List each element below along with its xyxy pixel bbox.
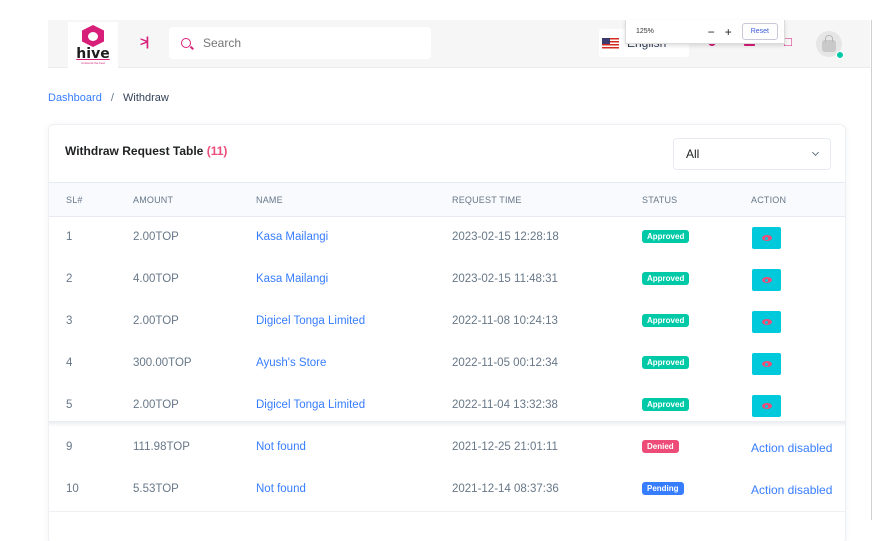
cart-icon[interactable]: □ [784, 34, 792, 49]
cell-sl: 1 [66, 231, 73, 243]
logo-tagline: Unbound the best [81, 61, 105, 65]
column-amount: AMOUNT [133, 195, 174, 205]
table-row: 4 300.00TOP Ayush's Store 2022-11-05 00:… [49, 343, 845, 385]
column-action: ACTION [751, 195, 787, 205]
column-request-time: REQUEST TIME [452, 195, 522, 205]
view-button[interactable] [752, 227, 781, 249]
table-header: SL# AMOUNT NAME REQUEST TIME STATUS ACTI… [49, 182, 845, 217]
cell-request-time: 2022-11-05 00:12:34 [452, 357, 558, 369]
filter-value: All [686, 147, 700, 161]
status-badge: Pending [642, 482, 684, 495]
cell-name-link[interactable]: Kasa Mailangi [256, 273, 328, 285]
breadcrumb-separator: / [110, 92, 114, 104]
sidebar-toggle-icon[interactable]: >| [140, 34, 149, 49]
breadcrumb: Dashboard / Withdraw [48, 92, 169, 104]
status-badge: Approved [642, 230, 690, 243]
cell-amount: 111.98TOP [133, 441, 190, 453]
breadcrumb-dashboard-link[interactable]: Dashboard [48, 92, 102, 104]
cell-sl: 9 [66, 441, 73, 453]
column-status: STATUS [642, 195, 678, 205]
table-title-text: Withdraw Request Table [65, 144, 204, 158]
table-row: 2 4.00TOP Kasa Mailangi 2023-02-15 11:48… [49, 259, 845, 301]
zoom-in-button[interactable]: + [725, 26, 732, 38]
user-avatar[interactable] [816, 31, 844, 59]
table-row: 9 111.98TOP Not found 2021-12-25 21:01:1… [49, 427, 845, 469]
cell-request-time: 2022-11-04 13:32:38 [452, 399, 558, 411]
eye-icon [761, 403, 772, 409]
column-name: NAME [256, 195, 283, 205]
logo-text: hive [76, 46, 110, 62]
table-row: 3 2.00TOP Digicel Tonga Limited 2022-11-… [49, 301, 845, 343]
us-flag-icon [602, 37, 619, 49]
cell-amount: 5.53TOP [133, 483, 179, 495]
status-badge: Approved [642, 272, 690, 285]
cell-sl: 10 [66, 483, 79, 495]
cell-name-link[interactable]: Digicel Tonga Limited [256, 315, 365, 327]
status-filter-select[interactable]: All [673, 138, 831, 170]
eye-icon [761, 277, 772, 283]
cell-sl: 5 [66, 399, 73, 411]
cell-amount: 300.00TOP [133, 357, 192, 369]
zoom-level: 125% [636, 28, 654, 35]
online-status-dot [836, 51, 844, 59]
withdraw-page: hive Unbound the best >| English □ 125% … [0, 0, 893, 541]
zoom-popup: 125% − + Reset [625, 20, 785, 44]
page-scrollbar[interactable] [871, 20, 872, 520]
cell-sl: 4 [66, 357, 73, 369]
cell-request-time: 2021-12-25 21:01:11 [452, 441, 558, 453]
cell-amount: 2.00TOP [133, 231, 179, 243]
cell-sl: 3 [66, 315, 73, 327]
view-button[interactable] [752, 353, 781, 375]
action-disabled-text: Action disabled [751, 441, 833, 455]
status-badge: Approved [642, 314, 690, 327]
eye-icon [761, 361, 772, 367]
table-count: (11) [206, 144, 228, 158]
zoom-out-button[interactable]: − [708, 26, 715, 38]
chevron-down-icon [811, 148, 820, 157]
cell-name-link[interactable]: Kasa Mailangi [256, 231, 328, 243]
cell-amount: 2.00TOP [133, 315, 179, 327]
withdraw-table-card: Withdraw Request Table (11) All SL# AMOU… [48, 124, 846, 541]
view-button[interactable] [752, 395, 781, 417]
cell-request-time: 2022-11-08 10:24:13 [452, 315, 558, 327]
status-badge: Denied [642, 440, 679, 453]
view-button[interactable] [752, 311, 781, 333]
hive-logo[interactable]: hive Unbound the best [68, 22, 118, 68]
cell-name-link[interactable]: Not found [256, 483, 306, 495]
action-disabled-text: Action disabled [751, 483, 833, 497]
cell-request-time: 2021-12-14 08:37:36 [452, 483, 559, 495]
search-input[interactable] [203, 36, 423, 50]
row-divider [49, 511, 845, 512]
cell-name-link[interactable]: Not found [256, 441, 306, 453]
status-badge: Approved [642, 398, 690, 411]
zoom-reset-button[interactable]: Reset [741, 23, 778, 40]
status-badge: Approved [642, 356, 690, 369]
cell-name-link[interactable]: Digicel Tonga Limited [256, 399, 365, 411]
table-row: 10 5.53TOP Not found 2021-12-14 08:37:36… [49, 469, 845, 511]
column-sl: SL# [66, 195, 83, 205]
cell-name-link[interactable]: Ayush's Store [256, 357, 326, 369]
cell-amount: 4.00TOP [133, 273, 179, 285]
table-row: 1 2.00TOP Kasa Mailangi 2023-02-15 12:28… [49, 217, 845, 259]
cell-sl: 2 [66, 273, 73, 285]
cell-amount: 2.00TOP [133, 399, 179, 411]
table-title: Withdraw Request Table (11) [65, 144, 227, 158]
search-box [169, 27, 431, 59]
cell-request-time: 2023-02-15 12:28:18 [452, 231, 559, 243]
search-icon [181, 38, 191, 48]
hive-logo-mark [82, 25, 104, 47]
breadcrumb-current: Withdraw [123, 92, 169, 104]
cell-request-time: 2023-02-15 11:48:31 [452, 273, 558, 285]
eye-icon [761, 319, 772, 325]
view-button[interactable] [752, 269, 781, 291]
eye-icon [761, 235, 772, 241]
